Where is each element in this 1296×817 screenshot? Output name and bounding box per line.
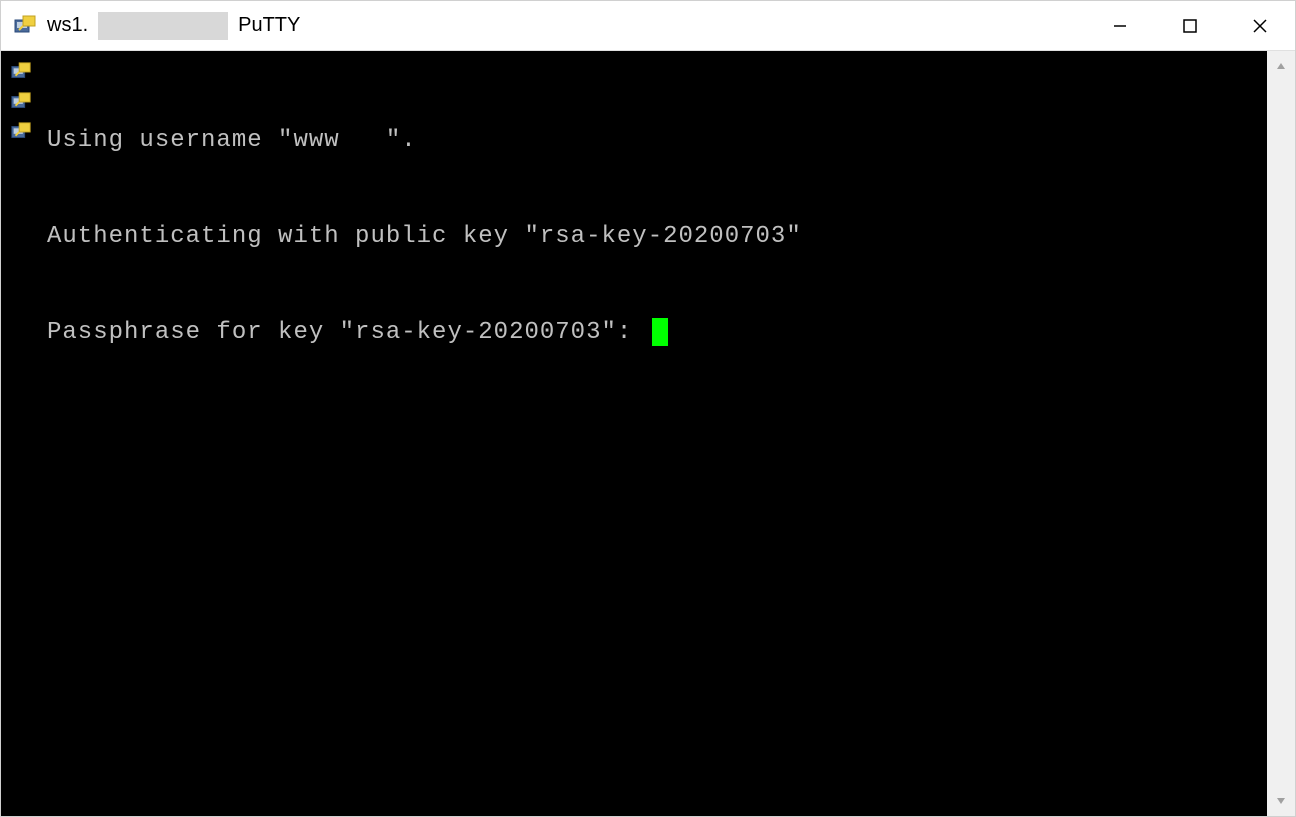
cursor [652, 318, 668, 346]
putty-icon [13, 14, 37, 38]
terminal-line: Using username "www ". [47, 125, 1261, 157]
putty-window: ws1. PuTTY [0, 0, 1296, 817]
putty-gutter-icon [10, 61, 32, 83]
gutter [1, 51, 41, 816]
maximize-button[interactable] [1155, 1, 1225, 50]
minimize-button[interactable] [1085, 1, 1155, 50]
maximize-icon [1182, 18, 1198, 34]
terminal-line: Authenticating with public key "rsa-key-… [47, 221, 1261, 253]
title-prefix: ws1. [47, 14, 88, 37]
close-button[interactable] [1225, 1, 1295, 50]
terminal-line: Passphrase for key "rsa-key-20200703": [47, 317, 1261, 349]
terminal-prompt: Passphrase for key "rsa-key-20200703": [47, 319, 648, 346]
putty-gutter-icon [10, 121, 32, 143]
terminal[interactable]: Using username "www ". Authenticating wi… [41, 51, 1267, 816]
scroll-up-icon[interactable] [1272, 57, 1290, 75]
title-app-name: PuTTY [238, 14, 300, 37]
close-icon [1252, 18, 1268, 34]
putty-gutter-icon [10, 91, 32, 113]
window-title: ws1. PuTTY [47, 12, 300, 40]
minimize-icon [1112, 18, 1128, 34]
window-controls [1085, 1, 1295, 50]
title-redacted [98, 12, 228, 40]
content-area: Using username "www ". Authenticating wi… [1, 51, 1295, 816]
titlebar[interactable]: ws1. PuTTY [1, 1, 1295, 51]
scroll-down-icon[interactable] [1272, 792, 1290, 810]
vertical-scrollbar[interactable] [1267, 51, 1295, 816]
